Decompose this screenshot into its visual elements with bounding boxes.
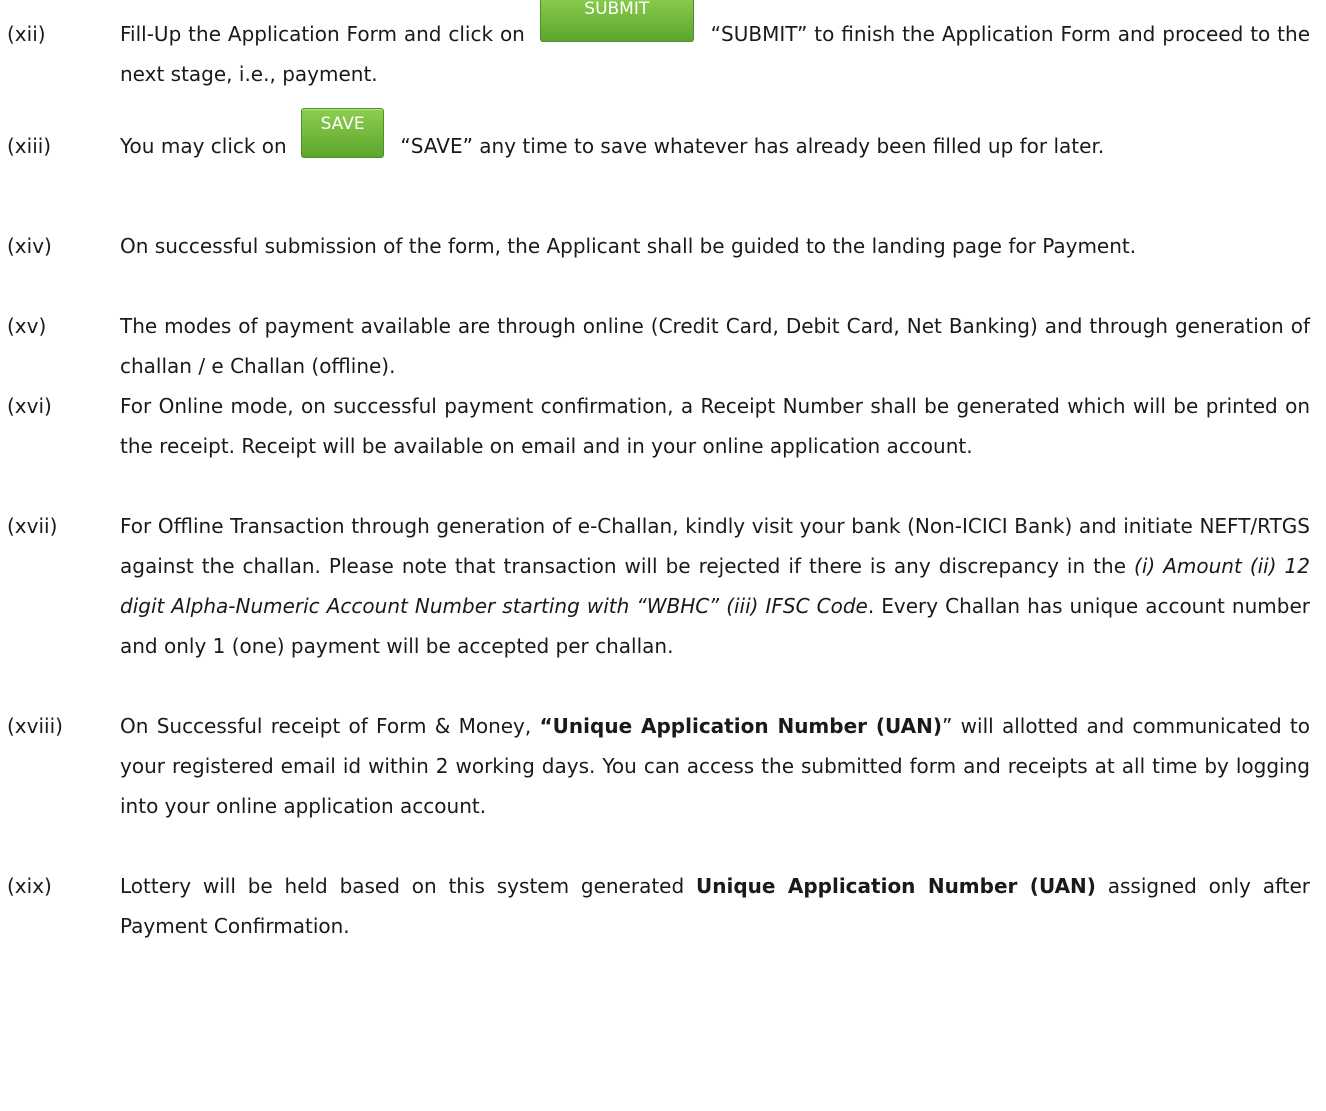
text-run: “SAVE” any time to save whatever has alr…	[394, 134, 1105, 158]
item-number: (xix)	[7, 874, 52, 898]
text-run: Fill-Up the Application Form and click o…	[120, 22, 532, 46]
item-number: (xii)	[7, 22, 46, 46]
submit-button[interactable]: SUBMIT	[539, 0, 694, 42]
text-run: Lottery will be held based on this syste…	[120, 874, 696, 898]
item-text: Lottery will be held based on this syste…	[120, 866, 1310, 946]
text-run: For Online mode, on successful payment c…	[120, 394, 1310, 458]
text-run: For Offline Transaction through generati…	[120, 514, 1310, 578]
item-text: You may click on SAVE “SAVE” any time to…	[120, 108, 1310, 166]
save-button[interactable]: SAVE	[301, 108, 385, 158]
text-run: On Successful receipt of Form & Money,	[120, 714, 540, 738]
item-number: (xvi)	[7, 394, 52, 418]
bold-text: “Unique Application Number (UAN)	[539, 714, 943, 738]
item-text: Fill-Up the Application Form and click o…	[120, 0, 1310, 94]
list-item: (xix) Lottery will be held based on this …	[0, 866, 1326, 946]
item-text: For Online mode, on successful payment c…	[120, 386, 1310, 466]
text-run: On successful submission of the form, th…	[120, 234, 1137, 258]
text-run: The modes of payment available are throu…	[120, 314, 1310, 378]
bold-text: Unique Application Number (UAN)	[695, 874, 1096, 898]
list-item: (xiii) You may click on SAVE “SAVE” any t…	[0, 108, 1326, 206]
list-item: (xv) The modes of payment available are t…	[0, 306, 1326, 386]
item-number: (xiii)	[7, 134, 52, 158]
item-text: On successful submission of the form, th…	[120, 226, 1310, 266]
item-text: On Successful receipt of Form & Money, “…	[120, 706, 1310, 826]
item-number: (xiv)	[7, 234, 52, 258]
item-text: The modes of payment available are throu…	[120, 306, 1310, 386]
list-item: (xvii) For Offline Transaction through ge…	[0, 506, 1326, 706]
list-item: (xiv) On successful submission of the for…	[0, 226, 1326, 306]
item-number: (xviii)	[7, 714, 63, 738]
list-item: (xii) Fill-Up the Application Form and cl…	[0, 0, 1326, 94]
list-item: (xviii) On Successful receipt of Form & M…	[0, 706, 1326, 866]
list-item: (xvi) For Online mode, on successful paym…	[0, 386, 1326, 506]
text-run: You may click on	[120, 134, 294, 158]
item-text: For Offline Transaction through generati…	[120, 506, 1310, 666]
item-number: (xv)	[7, 314, 47, 338]
item-number: (xvii)	[7, 514, 58, 538]
